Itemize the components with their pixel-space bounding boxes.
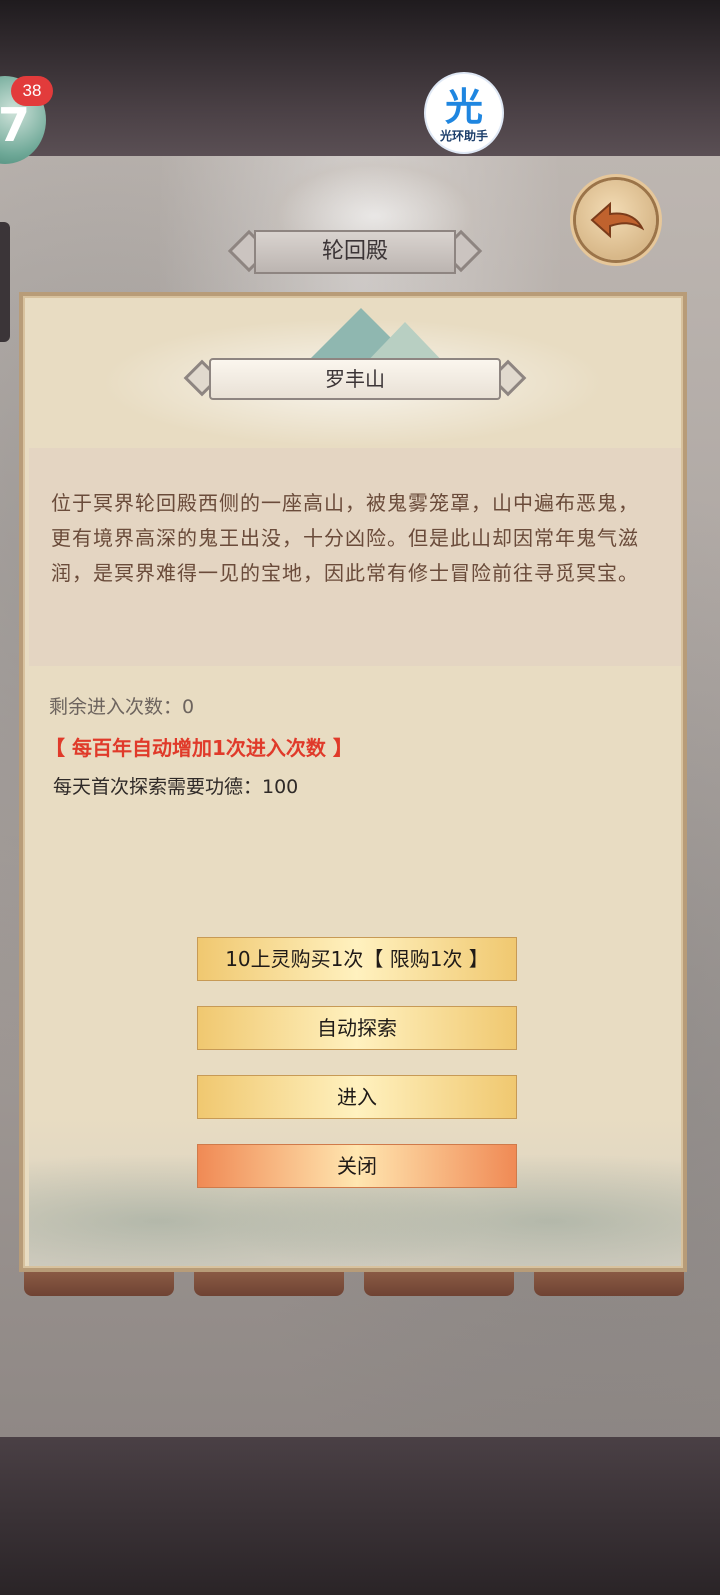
location-plaque: 罗丰山	[183, 356, 527, 402]
enter-button[interactable]: 进入	[197, 1075, 517, 1119]
side-drawer-handle[interactable]	[0, 222, 10, 342]
panel-foot	[194, 1272, 344, 1296]
panel-bottom-art	[29, 1116, 681, 1266]
back-arrow-icon	[590, 201, 644, 239]
description-box: 位于冥界轮回殿西侧的一座高山，被鬼雾笼罩，山中遍布恶鬼，更有境界高深的鬼王出没，…	[29, 448, 681, 666]
notification-badge: 38	[11, 76, 53, 106]
close-button[interactable]: 关闭	[197, 1144, 517, 1188]
helper-logo-glyph: 光	[444, 85, 483, 129]
back-button[interactable]	[576, 180, 656, 260]
panel-foot	[364, 1272, 514, 1296]
daily-cost: 每天首次探索需要功德：100	[53, 776, 299, 798]
page-title: 轮回殿	[321, 239, 388, 264]
panel-foot	[24, 1272, 174, 1296]
auto-explore-button[interactable]: 自动探索	[197, 1006, 517, 1050]
title-plaque: 轮回殿	[227, 226, 483, 280]
bottom-bar	[0, 1437, 720, 1595]
remaining-entries: 剩余进入次数：0	[49, 696, 195, 718]
helper-logo-label: 光环助手	[439, 129, 488, 143]
helper-logo[interactable]: 光 光环助手	[426, 74, 502, 152]
dungeon-panel: 罗丰山 位于冥界轮回殿西侧的一座高山，被鬼雾笼罩，山中遍布恶鬼，更有境界高深的鬼…	[19, 292, 687, 1272]
avatar-glyph: 7	[0, 98, 31, 152]
auto-increase-note: 【 每百年自动增加1次进入次数 】	[45, 736, 353, 760]
top-bar	[0, 0, 720, 156]
location-description: 位于冥界轮回殿西侧的一座高山，被鬼雾笼罩，山中遍布恶鬼，更有境界高深的鬼王出没，…	[51, 491, 639, 585]
buy-entry-button[interactable]: 10上灵购买1次【 限购1次 】	[197, 937, 517, 981]
location-name: 罗丰山	[325, 367, 385, 391]
panel-foot	[534, 1272, 684, 1296]
